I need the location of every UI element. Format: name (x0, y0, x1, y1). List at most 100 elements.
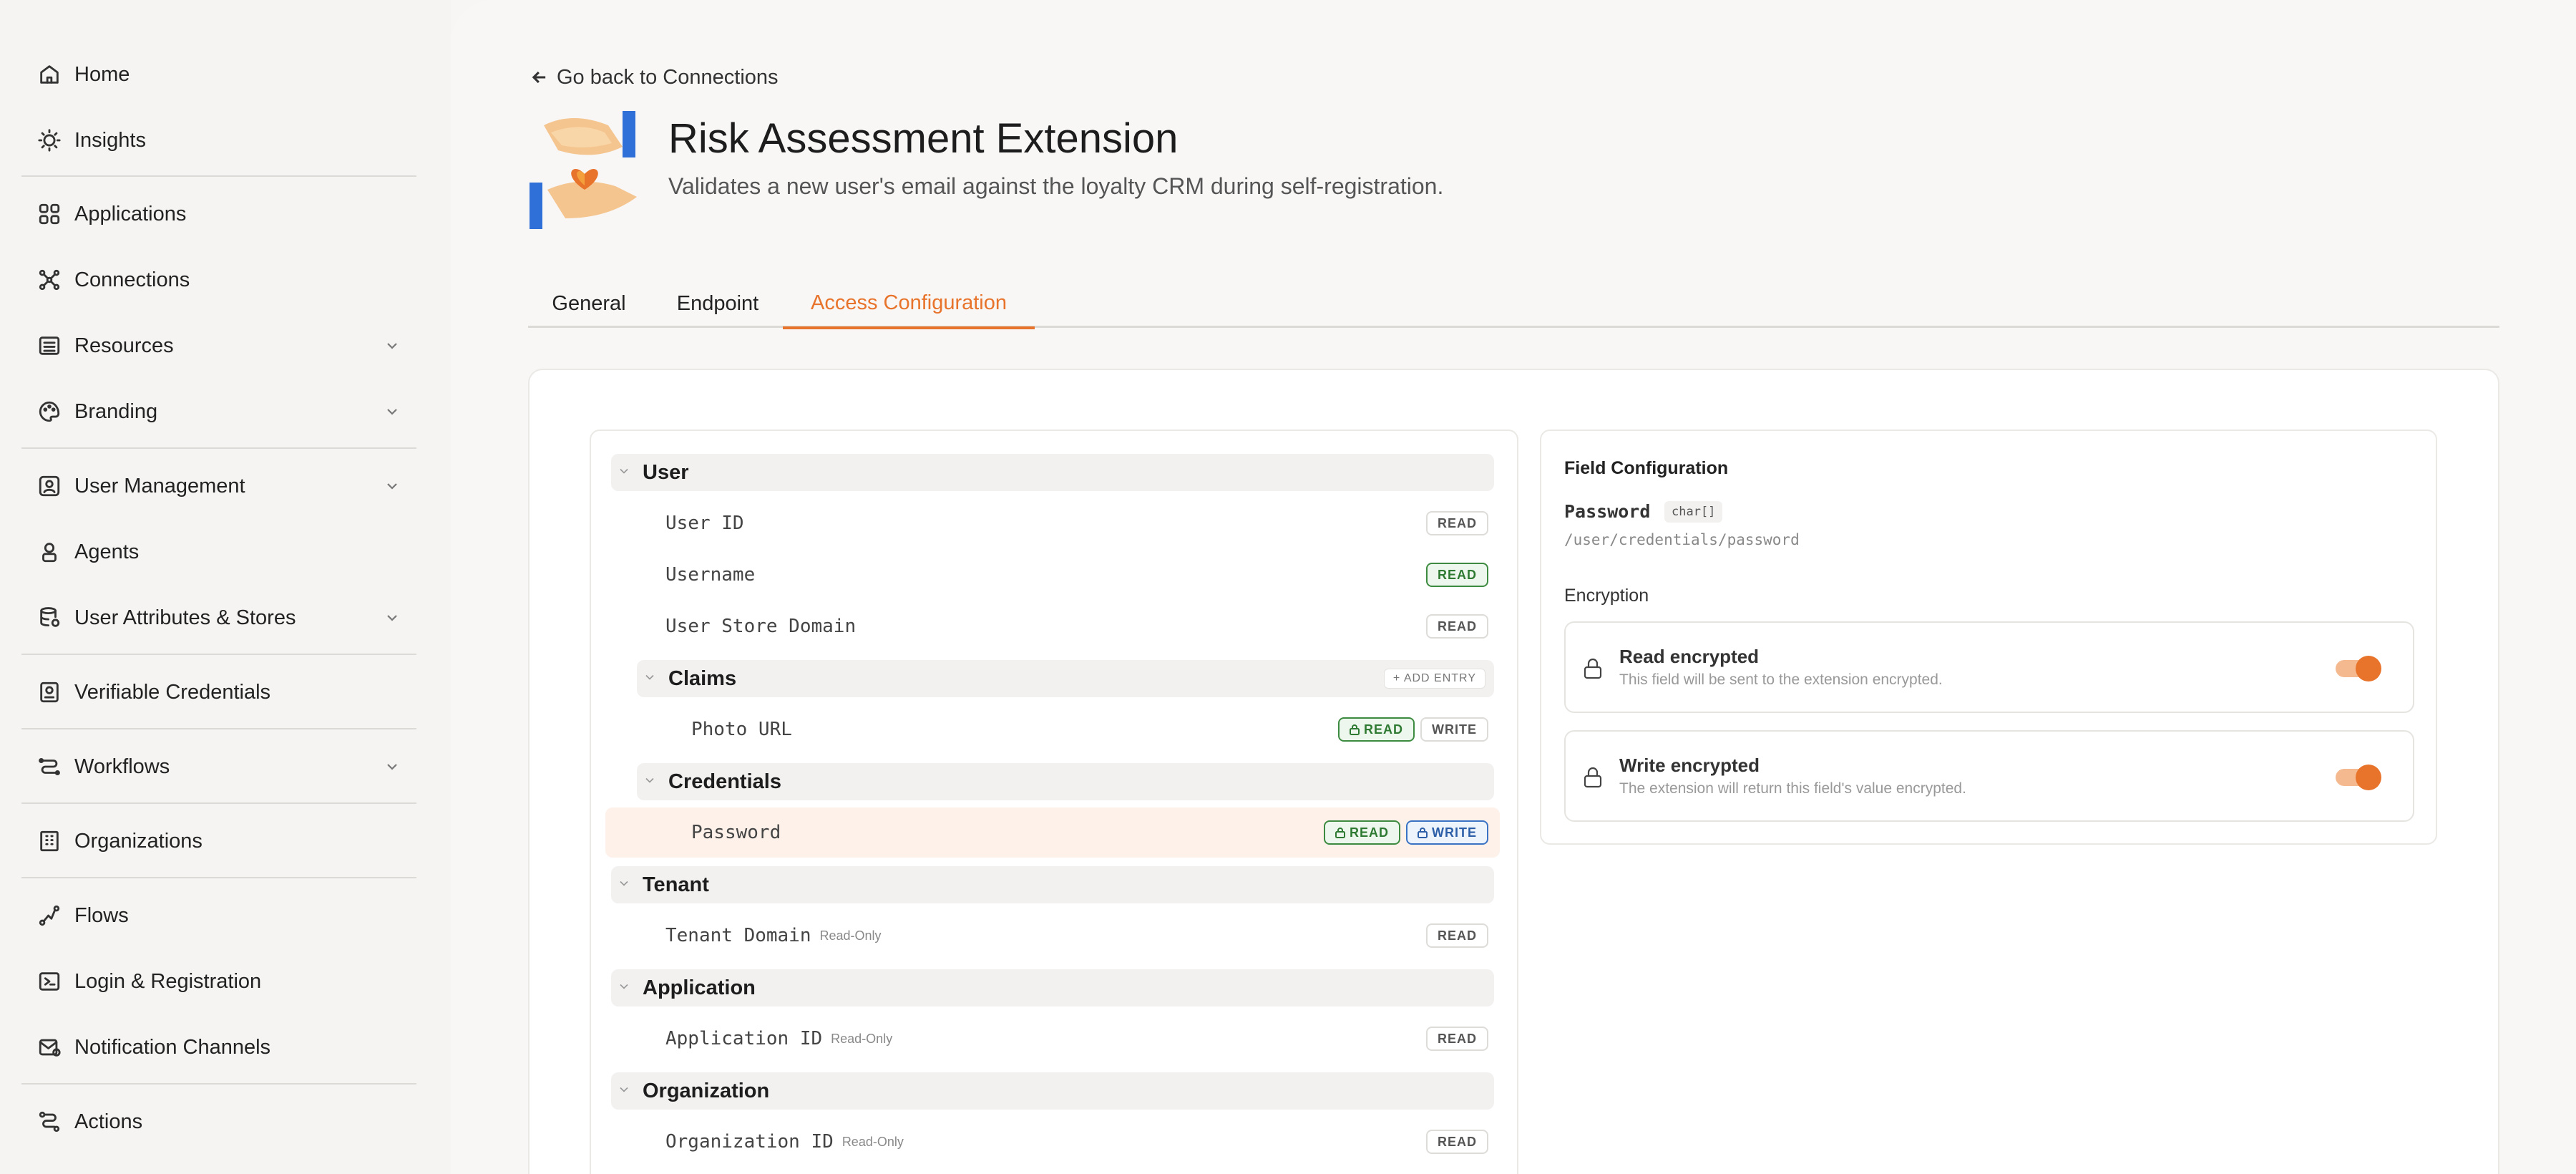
sidebar-item-label: Home (74, 62, 130, 86)
sidebar-item-flows[interactable]: Flows (36, 893, 415, 938)
sidebar-item-home[interactable]: Home (36, 52, 415, 97)
sidebar-item-label: Workflows (74, 755, 170, 778)
tree-group-organization[interactable]: Organization (611, 1072, 1494, 1110)
tab-endpoint[interactable]: Endpoint (657, 279, 779, 328)
sidebar-item-label: User Management (74, 474, 245, 498)
field-configuration-panel: Field Configuration Password char[] /use… (1540, 430, 2437, 845)
field-label: Organization ID (665, 1131, 834, 1153)
tree-group-tenant[interactable]: Tenant (611, 866, 1494, 903)
add-entry-button[interactable]: + ADD ENTRY (1383, 669, 1485, 689)
read-badge[interactable]: READ (1425, 511, 1488, 535)
read-badge[interactable]: READ (1323, 820, 1400, 845)
sidebar-item-applications[interactable]: Applications (36, 191, 415, 237)
lock-icon (1583, 657, 1603, 680)
sidebar-item-notification-channels[interactable]: Notification Channels (36, 1024, 415, 1070)
chevron-down-icon[interactable] (384, 337, 401, 354)
chevron-down-icon[interactable] (643, 670, 660, 687)
tree-row-user-store-domain[interactable]: User Store Domain READ (665, 604, 1488, 649)
sidebar-item-insights[interactable]: Insights (36, 117, 415, 163)
sidebar-item-login-registration[interactable]: Login & Registration (36, 959, 415, 1004)
lock-icon (1418, 828, 1428, 838)
tree-row-tenant-domain[interactable]: Tenant Domain Read-Only READ (665, 913, 1488, 958)
sidebar-item-workflows[interactable]: Workflows (36, 744, 415, 790)
sidebar-item-branding[interactable]: Branding (36, 389, 415, 435)
lock-icon (1335, 828, 1345, 838)
sidebar-item-resources[interactable]: Resources (36, 323, 415, 369)
sidebar-item-connections[interactable]: Connections (36, 257, 415, 303)
read-badge[interactable]: READ (1425, 563, 1488, 587)
back-to-connections-link[interactable]: Go back to Connections (530, 64, 779, 90)
write-encrypted-description: The extension will return this field's v… (1619, 780, 1966, 797)
sidebar-item-organizations[interactable]: Organizations (36, 818, 415, 864)
write-badge[interactable]: WRITE (1406, 820, 1488, 845)
sidebar-divider (21, 175, 416, 177)
tree-row-username[interactable]: Username READ (665, 553, 1488, 597)
read-encrypted-toggle[interactable] (2336, 656, 2383, 681)
sidebar-divider (21, 654, 416, 655)
chevron-down-icon[interactable] (384, 477, 401, 495)
read-encrypted-title: Read encrypted (1619, 646, 1760, 667)
tree-group-application[interactable]: Application (611, 969, 1494, 1006)
lightbulb-icon (36, 127, 63, 154)
group-label: Credentials (668, 770, 781, 793)
read-badge[interactable]: READ (1337, 717, 1415, 742)
sidebar-divider (21, 728, 416, 729)
tree-row-organization-id[interactable]: Organization ID Read-Only READ (665, 1120, 1488, 1164)
tree-group-claims[interactable]: Claims + ADD ENTRY (637, 660, 1494, 697)
tree-row-photo-url[interactable]: Photo URL READ WRITE (691, 707, 1488, 752)
sidebar-item-label: Agents (74, 540, 140, 563)
group-label: Organization (643, 1079, 770, 1102)
chevron-down-icon[interactable] (643, 773, 660, 790)
chevron-down-icon[interactable] (384, 403, 401, 420)
chevron-down-icon[interactable] (617, 979, 634, 996)
sidebar-item-user-attributes-stores[interactable]: User Attributes & Stores (36, 595, 415, 641)
apps-grid-icon (36, 200, 63, 228)
chevron-down-icon[interactable] (384, 758, 401, 775)
chevron-down-icon[interactable] (617, 464, 634, 481)
field-label: Photo URL (691, 719, 792, 740)
tab-bar: General Endpoint Access Configuration (528, 279, 2499, 329)
sidebar-item-verifiable-credentials[interactable]: Verifiable Credentials (36, 669, 415, 715)
chevron-down-icon[interactable] (617, 876, 634, 893)
chevron-down-icon[interactable] (617, 1082, 634, 1100)
access-tree-panel: User User ID READ Username READ User Sto… (590, 430, 1518, 1174)
sidebar-divider (21, 447, 416, 449)
group-label: Application (643, 976, 756, 999)
tab-access-configuration[interactable]: Access Configuration (783, 279, 1035, 329)
sidebar-item-actions[interactable]: Actions (36, 1099, 415, 1145)
palette-icon (36, 398, 63, 425)
write-badge-label: WRITE (1432, 825, 1477, 840)
field-label: User Store Domain (665, 616, 857, 637)
read-badge[interactable]: READ (1425, 1130, 1488, 1154)
sidebar-item-label: Notification Channels (74, 1035, 271, 1059)
field-label: Application ID (665, 1028, 823, 1049)
read-badge-label: READ (1363, 722, 1403, 737)
read-badge[interactable]: READ (1425, 614, 1488, 639)
agent-icon (36, 538, 63, 566)
credential-icon (36, 679, 63, 706)
sidebar-item-user-management[interactable]: User Management (36, 463, 415, 509)
field-config-title: Field Configuration (1564, 458, 1729, 478)
tree-group-user[interactable]: User (611, 454, 1494, 491)
write-encrypted-title: Write encrypted (1619, 755, 1760, 776)
notification-icon (36, 1034, 63, 1061)
sidebar-divider (21, 1083, 416, 1085)
tree-row-application-id[interactable]: Application ID Read-Only READ (665, 1017, 1488, 1061)
sidebar-divider (21, 877, 416, 878)
write-badge[interactable]: WRITE (1420, 717, 1488, 742)
tree-group-credentials[interactable]: Credentials (637, 763, 1494, 800)
read-badge[interactable]: READ (1425, 1027, 1488, 1051)
write-encrypted-toggle[interactable] (2336, 765, 2383, 790)
actions-icon (36, 1108, 63, 1135)
tab-general[interactable]: General (528, 279, 650, 328)
sidebar-item-label: Verifiable Credentials (74, 680, 271, 704)
sidebar-item-label: Connections (74, 268, 190, 291)
chevron-down-icon[interactable] (384, 609, 401, 626)
group-label: Tenant (643, 873, 709, 896)
sidebar-item-agents[interactable]: Agents (36, 529, 415, 575)
group-label: Claims (668, 666, 737, 690)
tree-row-password[interactable]: Password READ WRITE (691, 810, 1488, 855)
home-icon (36, 61, 63, 88)
read-badge[interactable]: READ (1425, 923, 1488, 948)
tree-row-user-id[interactable]: User ID READ (665, 501, 1488, 545)
